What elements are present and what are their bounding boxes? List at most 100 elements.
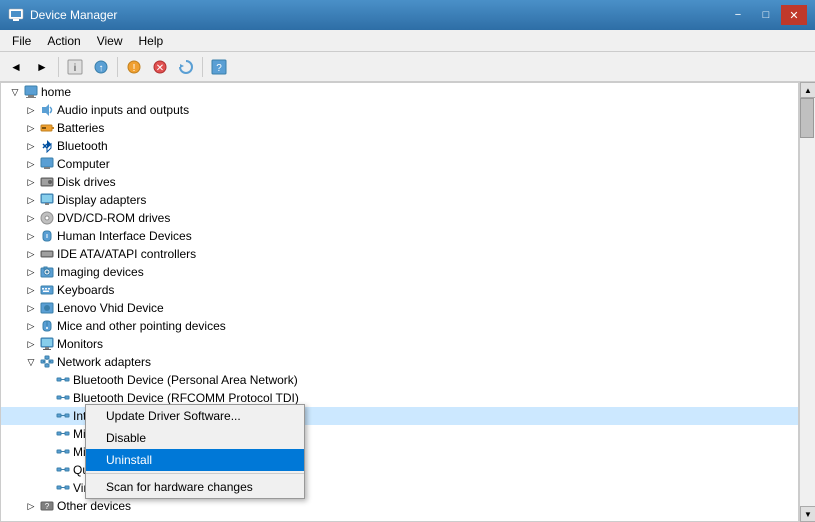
lenovo-icon xyxy=(39,300,55,316)
dvd-label: DVD/CD-ROM drives xyxy=(57,211,170,225)
tree-item-audio[interactable]: ▷ Audio inputs and outputs xyxy=(1,101,798,119)
svg-text:↑: ↑ xyxy=(99,63,104,74)
properties-button[interactable]: i xyxy=(63,55,87,79)
tree-item-network[interactable]: ▽ Network adapters xyxy=(1,353,798,371)
tree-item-lenovo[interactable]: ▷ Lenovo Vhid Device xyxy=(1,299,798,317)
scroll-up-button[interactable]: ▲ xyxy=(800,82,815,98)
menu-view[interactable]: View xyxy=(89,30,131,51)
minimize-button[interactable]: − xyxy=(725,5,751,25)
computer-expand-icon[interactable]: ▷ xyxy=(23,156,39,172)
close-button[interactable]: ✕ xyxy=(781,5,807,25)
audio-expand-icon[interactable]: ▷ xyxy=(23,102,39,118)
tree-item-monitors[interactable]: ▷ Monitors xyxy=(1,335,798,353)
scan-button[interactable] xyxy=(174,55,198,79)
scroll-thumb[interactable] xyxy=(800,98,814,138)
imaging-icon xyxy=(39,264,55,280)
svg-text:!: ! xyxy=(133,63,136,74)
ctx-update-driver[interactable]: Update Driver Software... xyxy=(86,405,304,427)
ide-label: IDE ATA/ATAPI controllers xyxy=(57,247,196,261)
tree-item-bt-pan[interactable]: ▷ Bluetooth Device (Personal Area Networ… xyxy=(1,371,798,389)
svg-text:i: i xyxy=(74,63,76,74)
tree-item-batteries[interactable]: ▷ Batteries xyxy=(1,119,798,137)
tree-item-computer[interactable]: ▷ Computer xyxy=(1,155,798,173)
tree-item-display[interactable]: ▷ Display adapters xyxy=(1,191,798,209)
root-expand-icon[interactable]: ▽ xyxy=(7,84,23,100)
title-bar-left: Device Manager xyxy=(8,7,117,23)
batteries-expand-icon[interactable]: ▷ xyxy=(23,120,39,136)
svg-text:?: ? xyxy=(45,502,50,511)
hid-expand-icon[interactable]: ▷ xyxy=(23,228,39,244)
menu-bar: File Action View Help xyxy=(0,30,815,52)
qualcomm-icon xyxy=(55,462,71,478)
imaging-label: Imaging devices xyxy=(57,265,144,279)
ctx-uninstall-label: Uninstall xyxy=(106,453,152,467)
lenovo-expand-icon[interactable]: ▷ xyxy=(23,300,39,316)
ms-net-icon xyxy=(55,444,71,460)
restore-button[interactable]: □ xyxy=(753,5,779,25)
tree-item-mice[interactable]: ▷ Mice and other pointing devices xyxy=(1,317,798,335)
title-bar: Device Manager − □ ✕ xyxy=(0,0,815,30)
hid-label: Human Interface Devices xyxy=(57,229,192,243)
keyboard-icon xyxy=(39,282,55,298)
monitors-icon xyxy=(39,336,55,352)
svg-text:?: ? xyxy=(216,63,222,74)
menu-action[interactable]: Action xyxy=(39,30,88,51)
menu-help[interactable]: Help xyxy=(131,30,172,51)
dvd-expand-icon[interactable]: ▷ xyxy=(23,210,39,226)
audio-icon xyxy=(39,102,55,118)
uninstall-button[interactable]: ✕ xyxy=(148,55,172,79)
ctx-scan[interactable]: Scan for hardware changes xyxy=(86,476,304,498)
scroll-track[interactable] xyxy=(800,98,815,506)
mice-label: Mice and other pointing devices xyxy=(57,319,226,333)
tree-item-dvd[interactable]: ▷ DVD/CD-ROM drives xyxy=(1,209,798,227)
tree-item-imaging[interactable]: ▷ Imaging devices xyxy=(1,263,798,281)
tree-item-hid[interactable]: ▷ Human Interface Devices xyxy=(1,227,798,245)
computer-label: Computer xyxy=(57,157,110,171)
disk-icon xyxy=(39,174,55,190)
ctx-separator xyxy=(86,473,304,474)
bt-pan-label: Bluetooth Device (Personal Area Network) xyxy=(73,373,298,387)
network-label: Network adapters xyxy=(57,355,151,369)
tree-item-keyboards[interactable]: ▷ Keyboards xyxy=(1,281,798,299)
bluetooth-icon xyxy=(39,138,55,154)
computer-icon xyxy=(23,84,39,100)
monitors-expand-icon[interactable]: ▷ xyxy=(23,336,39,352)
bt-pan-icon xyxy=(55,372,71,388)
ctx-uninstall[interactable]: Uninstall xyxy=(86,449,304,471)
display-expand-icon[interactable]: ▷ xyxy=(23,192,39,208)
mice-expand-icon[interactable]: ▷ xyxy=(23,318,39,334)
disk-expand-icon[interactable]: ▷ xyxy=(23,174,39,190)
batteries-icon xyxy=(39,120,55,136)
main-area: ▽ home ▷ Audio inputs and outputs xyxy=(0,82,815,522)
disable-button[interactable]: ! xyxy=(122,55,146,79)
scrollbar[interactable]: ▲ ▼ xyxy=(799,82,815,522)
other-expand-icon[interactable]: ▷ xyxy=(23,498,39,514)
bluetooth-expand-icon[interactable]: ▷ xyxy=(23,138,39,154)
menu-file[interactable]: File xyxy=(4,30,39,51)
toolbar-separator-1 xyxy=(58,57,59,77)
bt-rfcomm-icon xyxy=(55,390,71,406)
keyboards-expand-icon[interactable]: ▷ xyxy=(23,282,39,298)
tree-item-ide[interactable]: ▷ IDE ATA/ATAPI controllers xyxy=(1,245,798,263)
scroll-down-button[interactable]: ▼ xyxy=(800,506,815,522)
intel-wifi-icon xyxy=(55,408,71,424)
tree-item-bluetooth[interactable]: ▷ Bluetooth xyxy=(1,137,798,155)
tree-root[interactable]: ▽ home xyxy=(1,83,798,101)
context-menu: Update Driver Software... Disable Uninst… xyxy=(85,404,305,499)
ide-expand-icon[interactable]: ▷ xyxy=(23,246,39,262)
back-button[interactable]: ◄ xyxy=(4,55,28,79)
tree-item-disk[interactable]: ▷ Disk drives xyxy=(1,173,798,191)
audio-label: Audio inputs and outputs xyxy=(57,103,189,117)
imaging-expand-icon[interactable]: ▷ xyxy=(23,264,39,280)
app-icon xyxy=(8,7,24,23)
ctx-update-driver-label: Update Driver Software... xyxy=(106,409,241,423)
network-expand-icon[interactable]: ▽ xyxy=(23,354,39,370)
ctx-disable[interactable]: Disable xyxy=(86,427,304,449)
mice-icon xyxy=(39,318,55,334)
tree-item-other[interactable]: ▷ ? Other devices xyxy=(1,497,798,515)
network-icon xyxy=(39,354,55,370)
update-driver-button[interactable]: ↑ xyxy=(89,55,113,79)
batteries-label: Batteries xyxy=(57,121,104,135)
help-button[interactable]: ? xyxy=(207,55,231,79)
forward-button[interactable]: ► xyxy=(30,55,54,79)
